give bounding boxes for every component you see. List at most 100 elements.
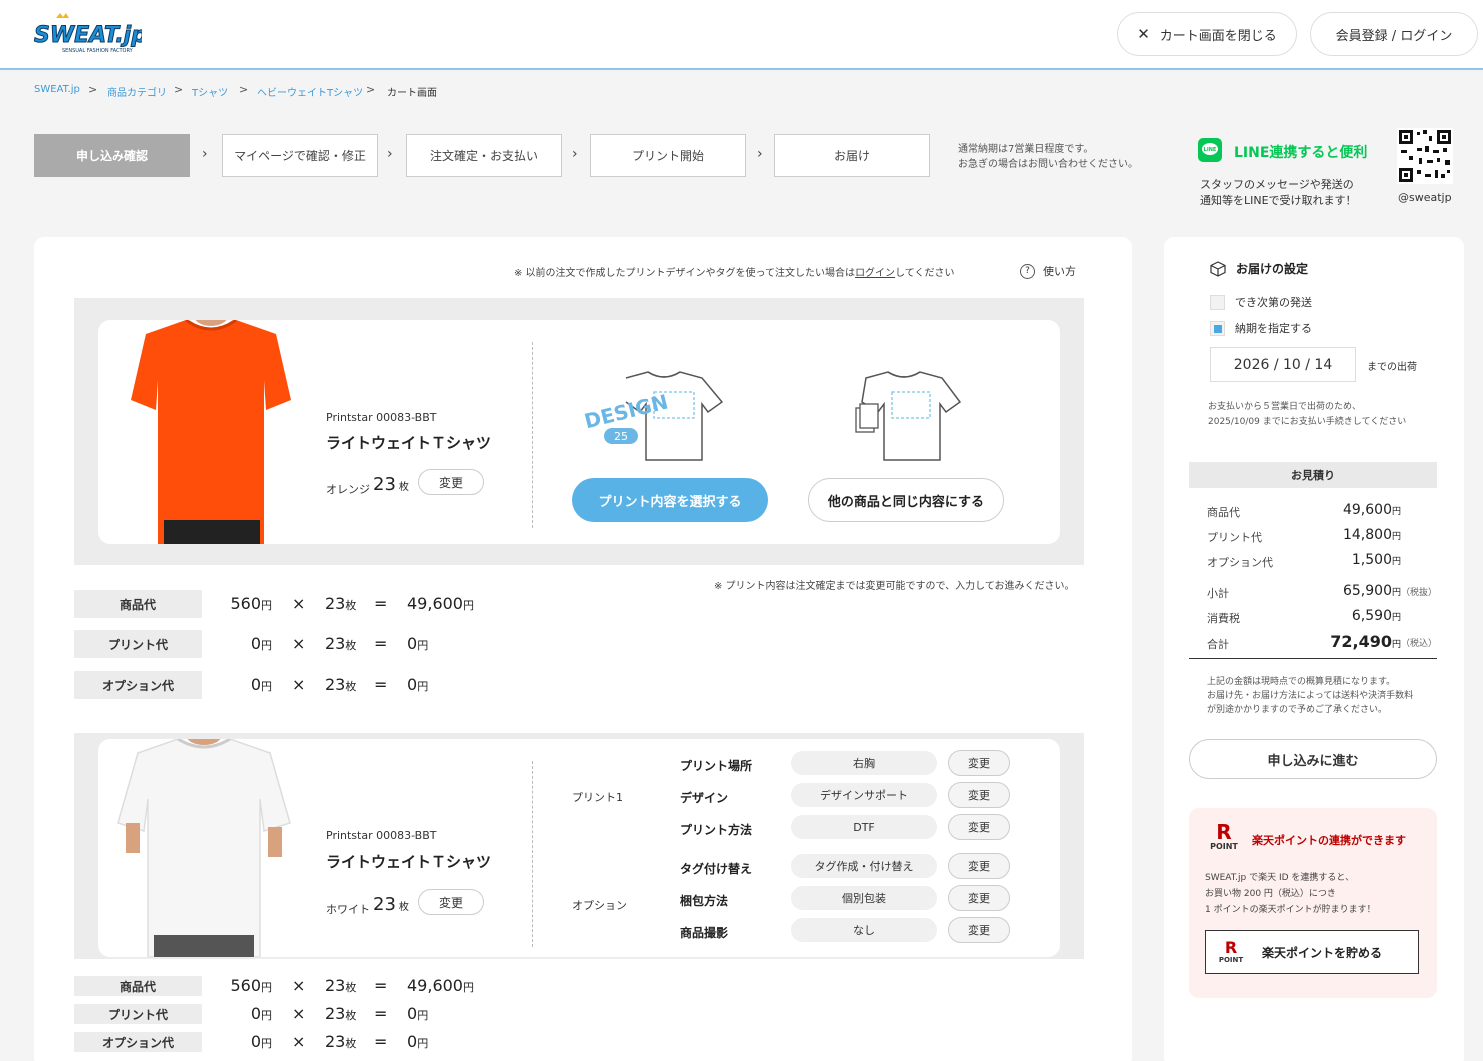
setting-label: プリント場所 — [680, 759, 753, 773]
change-setting-button[interactable]: 変更 — [948, 814, 1010, 840]
logo-subtext: SENSUAL FASHION FACTORY — [62, 48, 134, 54]
unit-price: 0円 — [200, 1004, 272, 1023]
setting-value: デザインサポート — [791, 783, 937, 807]
divider — [532, 342, 533, 528]
estimate-value: 14,800円 — [1343, 527, 1401, 543]
yen-unit: 円 — [1391, 640, 1401, 650]
estimate-note-line: 上記の金額は現時点での概算見積になります。 — [1207, 677, 1396, 687]
estimate-value-number: 1,500 — [1351, 552, 1392, 568]
unit-price-value: 0 — [250, 1004, 261, 1023]
equals-icon: = — [374, 634, 388, 653]
rakuten-desc: 1 ポイントの楽天ポイントが貯まります！ — [1205, 905, 1376, 915]
times-icon: × — [292, 1032, 306, 1051]
checkbox-checked[interactable] — [1210, 320, 1225, 336]
rakuten-desc: お買い物 200 円（税込）につき — [1205, 889, 1336, 899]
estimate-divider — [1189, 658, 1437, 659]
breadcrumb-separator: > — [366, 83, 376, 96]
estimate-row: 合計 72,490円 （税込） — [1207, 632, 1437, 652]
breadcrumb-heavyweight[interactable]: ヘビーウェイトTシャツ — [257, 84, 363, 99]
rakuten-connect-button[interactable]: R POINT 楽天ポイントを貯める — [1205, 930, 1419, 974]
line-total: 0円 — [407, 1004, 428, 1023]
same-as-other-button[interactable]: 他の商品と同じ内容にする — [808, 478, 1004, 522]
select-print-button[interactable]: プリント内容を選択する — [572, 478, 768, 522]
divider — [532, 761, 533, 947]
delivery-note-line: 通常納期は7営業日程度です。 — [958, 144, 1094, 155]
breadcrumb-category[interactable]: 商品カテゴリ — [107, 84, 167, 99]
rakuten-point-label: POINT — [1218, 956, 1244, 964]
close-cart-label: カート画面を閉じる — [1159, 28, 1277, 44]
rakuten-r-icon: R — [1216, 820, 1232, 844]
estimate-label: 商品代 — [1207, 506, 1240, 519]
equals-icon: = — [374, 675, 388, 694]
close-cart-button[interactable]: ✕ カート画面を閉じる — [1117, 12, 1297, 56]
price-label: 商品代 — [74, 590, 202, 618]
estimate-note: 上記の金額は現時点での概算見積になります。 お届け先・お届け方法によっては送料や… — [1207, 675, 1413, 717]
line-total: 49,600円 — [407, 976, 474, 995]
ship-date-input[interactable]: 2026 / 10 / 14 — [1210, 347, 1356, 382]
login-button[interactable]: 会員登録 / ログイン — [1310, 12, 1478, 56]
quantity-unit: 枚 — [345, 680, 357, 693]
yen-unit: 円 — [417, 680, 429, 693]
proceed-button[interactable]: 申し込みに進む — [1189, 739, 1437, 779]
change-setting-button[interactable]: 変更 — [948, 853, 1010, 879]
breadcrumb-home[interactable]: SWEAT.jp — [34, 84, 80, 95]
design-tshirt-illustration: DESIGN 25 — [584, 371, 724, 461]
equals-icon: = — [374, 976, 388, 995]
change-setting-button[interactable]: 変更 — [948, 885, 1010, 911]
ship-asap-option[interactable]: でき次第の発送 — [1210, 294, 1312, 310]
equals-icon: = — [374, 1032, 388, 1051]
change-setting-button[interactable]: 変更 — [948, 917, 1010, 943]
quantity: 23枚 — [325, 594, 356, 613]
estimate-value-number: 49,600 — [1342, 502, 1392, 518]
print-note: ※ プリント内容は注文確定までは変更可能ですので、入力してお進みください。 — [714, 581, 1075, 592]
estimate-row: オプション代 1,500円 — [1207, 552, 1437, 570]
unit-price-value: 560 — [230, 594, 261, 613]
estimate-note-line: お届け先・お届け方法によっては送料や決済手数料 — [1207, 691, 1414, 701]
checkbox-unchecked[interactable] — [1210, 294, 1225, 310]
quantity-unit: 枚 — [345, 1037, 357, 1050]
rakuten-button-label: 楽天ポイントを貯める — [1262, 945, 1383, 960]
line-total-value: 0 — [407, 1032, 418, 1051]
change-quantity-button[interactable]: 変更 — [418, 889, 484, 915]
change-setting-button[interactable]: 変更 — [948, 782, 1010, 808]
option-group-label: オプション — [572, 899, 627, 912]
equals-icon: = — [374, 594, 388, 613]
line-desc: スタッフのメッセージや発送の — [1200, 178, 1354, 191]
login-note-link[interactable]: ログイン — [855, 268, 895, 279]
ship-asap-label: でき次第の発送 — [1235, 296, 1312, 309]
step-application-confirm: 申し込み確認 — [34, 134, 190, 177]
product-maker: Printstar 00083-BBT — [326, 829, 437, 842]
breadcrumb-tshirt[interactable]: Tシャツ — [192, 84, 228, 99]
product-photo-white-tshirt — [114, 739, 294, 957]
quantity: 23枚 — [325, 1004, 356, 1023]
estimate-value: 6,590円 — [1352, 608, 1401, 624]
estimate-value: 49,600円 — [1343, 502, 1401, 518]
rakuten-title: 楽天ポイントの連携ができます — [1252, 834, 1406, 847]
rakuten-panel: R POINT 楽天ポイントの連携ができます SWEAT.jp で楽天 ID を… — [1189, 808, 1437, 998]
change-setting-button[interactable]: 変更 — [948, 750, 1010, 776]
yen-unit: 円 — [261, 1009, 272, 1022]
sweat-logo[interactable]: SWEAT.jp SENSUAL FASHION FACTORY — [32, 12, 142, 56]
line-handle: @sweatjp — [1398, 191, 1452, 204]
yen-unit: 円 — [417, 1009, 429, 1022]
quantity-unit: 枚 — [345, 639, 357, 652]
product-qty-unit: 枚 — [398, 482, 409, 493]
estimate-value-number: 65,900 — [1342, 583, 1392, 599]
yen-unit: 円 — [462, 599, 474, 612]
setting-value: 右胸 — [791, 751, 937, 775]
line-qr-code — [1397, 128, 1453, 184]
step-mypage-check: マイページで確認・修正 — [222, 134, 378, 177]
estimate-value-number: 72,490 — [1330, 632, 1392, 651]
quantity-unit: 枚 — [345, 599, 357, 612]
change-quantity-button[interactable]: 変更 — [418, 469, 484, 495]
unit-price: 0円 — [200, 675, 272, 694]
line-total: 0円 — [407, 675, 428, 694]
setting-label: プリント方法 — [680, 823, 753, 837]
equals-icon: = — [374, 1004, 388, 1023]
setting-label: 梱包方法 — [680, 894, 729, 908]
help-link[interactable]: ? 使い方 — [1020, 263, 1076, 279]
specify-date-option[interactable]: 納期を指定する — [1210, 320, 1312, 336]
setting-value: タグ作成・付け替え — [791, 854, 937, 878]
price-label: オプション代 — [74, 1032, 202, 1052]
line-promo[interactable]: LINE LINE連携すると便利 スタッフのメッセージや発送の 通知等をLINE… — [1198, 138, 1388, 208]
